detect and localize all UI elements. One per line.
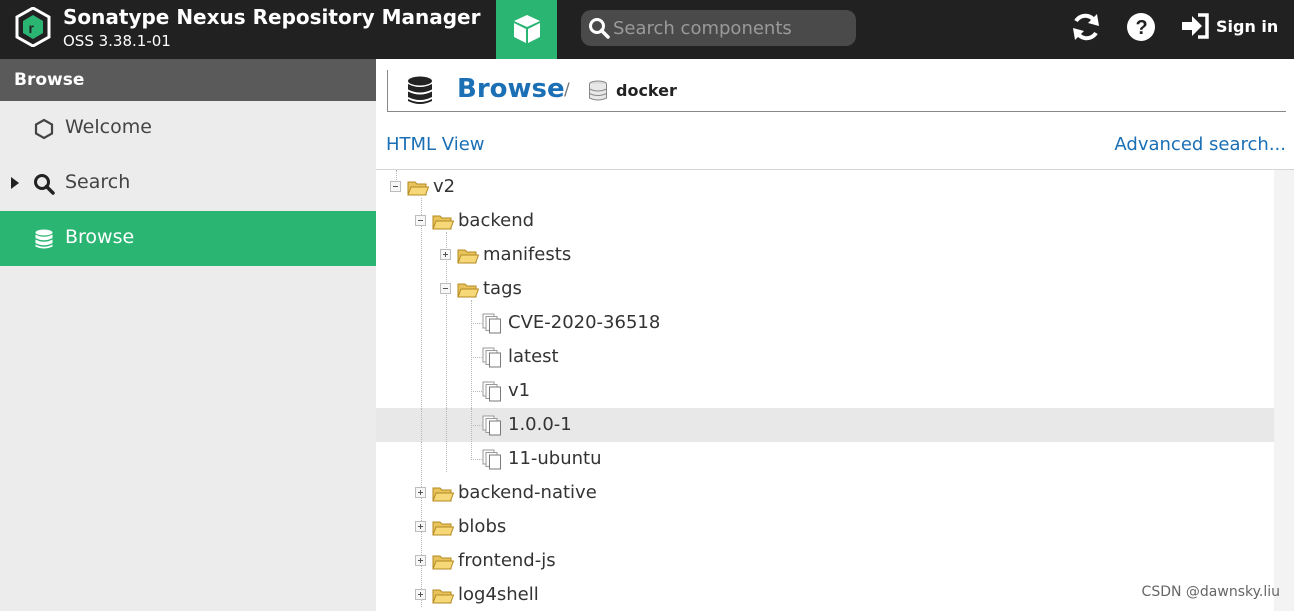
tree-row-component[interactable]: v1 (376, 374, 1274, 408)
tree-row-label: manifests (483, 244, 572, 265)
tree-row-label: tags (483, 278, 522, 299)
main-panel: Browse / docker HTML View Advanced searc… (376, 59, 1294, 611)
sidebar-item-welcome[interactable]: Welcome (0, 101, 376, 156)
tree-row-label: frontend-js (458, 550, 556, 571)
tree-row-component[interactable]: CVE-2020-36518 (376, 306, 1274, 340)
tree-row-backend-native[interactable]: backend-native (376, 476, 1274, 510)
svg-text:?: ? (1136, 17, 1148, 39)
tree-row-component-selected[interactable]: 1.0.0-1 (376, 408, 1274, 442)
sidebar-item-label: Browse (65, 226, 135, 248)
refresh-icon[interactable] (1069, 10, 1103, 44)
nexus-logo-icon[interactable]: r (15, 7, 51, 47)
tree-row-label: latest (508, 346, 559, 367)
sidebar-item-browse[interactable]: Browse (0, 211, 376, 266)
help-icon[interactable]: ? (1124, 10, 1158, 44)
repository-icon (589, 80, 607, 101)
tree-connector (471, 425, 482, 426)
tree-row-manifests[interactable]: manifests (376, 238, 1274, 272)
expand-toggle[interactable] (415, 521, 426, 532)
tree-row-label: 11-ubuntu (508, 448, 602, 469)
sign-in-icon (1182, 13, 1209, 39)
tree-row-component[interactable]: 11-ubuntu (376, 442, 1274, 476)
tree-row-label: v2 (433, 176, 456, 197)
expand-toggle[interactable] (415, 487, 426, 498)
folder-open-icon (432, 521, 454, 536)
svg-text:r: r (29, 20, 35, 36)
folder-open-icon (432, 487, 454, 502)
tree-row-v2[interactable]: v2 (376, 170, 1274, 204)
tree-row-label: backend-native (458, 482, 597, 503)
watermark: CSDN @dawnsky.liu (1141, 584, 1280, 600)
app-title: Sonatype Nexus Repository Manager (63, 5, 481, 29)
component-icon (482, 449, 501, 470)
tree-row-label: backend (458, 210, 535, 231)
tree-row-backend[interactable]: backend (376, 204, 1274, 238)
expand-toggle[interactable] (415, 555, 426, 566)
tree-row-log4shell[interactable]: log4shell (376, 578, 1274, 611)
expand-toggle[interactable] (440, 249, 451, 260)
folder-open-icon (457, 283, 479, 298)
search-components-box[interactable] (581, 10, 856, 46)
tree-connector (421, 408, 422, 442)
sidebar: Browse Welcome Search Browse (0, 59, 376, 611)
tree-connector (471, 459, 482, 460)
tree-row-label: CVE-2020-36518 (508, 312, 661, 333)
search-components-input[interactable] (613, 14, 848, 42)
breadcrumb: Browse / docker (387, 70, 1286, 112)
folder-open-icon (432, 555, 454, 570)
sidebar-title: Browse (0, 59, 376, 101)
sidebar-item-label: Search (65, 171, 131, 193)
component-tree: v2 backend manifests tags CVE-2020-36518… (376, 170, 1274, 611)
collapse-toggle[interactable] (390, 181, 401, 192)
tree-connector (471, 323, 482, 324)
search-icon (34, 174, 55, 195)
folder-open-icon (432, 215, 454, 230)
tree-scrollbar[interactable] (1274, 170, 1294, 611)
sidebar-item-label: Welcome (65, 116, 152, 138)
sidebar-item-search[interactable]: Search (0, 156, 376, 211)
component-icon (482, 415, 501, 436)
tree-row-frontend-js[interactable]: frontend-js (376, 544, 1274, 578)
tree-connector (446, 408, 447, 442)
collapse-toggle[interactable] (415, 215, 426, 226)
html-view-link[interactable]: HTML View (386, 134, 485, 155)
tree-row-tags[interactable]: tags (376, 272, 1274, 306)
breadcrumb-repository: docker (616, 81, 677, 100)
app-version: OSS 3.38.1-01 (63, 32, 171, 50)
component-icon (482, 313, 501, 334)
tree-row-label: 1.0.0-1 (508, 414, 572, 435)
folder-open-icon (407, 181, 429, 196)
hexagon-icon (34, 118, 54, 140)
breadcrumb-separator: / (564, 80, 570, 100)
search-icon (589, 18, 610, 39)
folder-open-icon (457, 249, 479, 264)
breadcrumb-title[interactable]: Browse (457, 74, 565, 104)
collapse-toggle[interactable] (440, 283, 451, 294)
sign-in-label: Sign in (1216, 16, 1279, 36)
browse-mode-button[interactable] (496, 0, 557, 59)
tree-connector (471, 391, 482, 392)
tree-connector (471, 357, 482, 358)
database-icon (408, 76, 432, 104)
tree-row-label: blobs (458, 516, 507, 537)
cube-icon (514, 15, 540, 43)
component-icon (482, 347, 501, 368)
sign-in-button[interactable]: Sign in (1180, 11, 1278, 41)
expand-caret-icon[interactable] (11, 177, 19, 189)
expand-toggle[interactable] (415, 589, 426, 600)
component-icon (482, 381, 501, 402)
tree-row-blobs[interactable]: blobs (376, 510, 1274, 544)
top-header: r Sonatype Nexus Repository Manager OSS … (0, 0, 1294, 59)
folder-open-icon (432, 589, 454, 604)
database-icon (35, 229, 53, 249)
tree-row-label: log4shell (458, 584, 539, 605)
tree-row-label: v1 (508, 380, 531, 401)
tree-row-component[interactable]: latest (376, 340, 1274, 374)
advanced-search-link[interactable]: Advanced search... (1114, 134, 1286, 155)
